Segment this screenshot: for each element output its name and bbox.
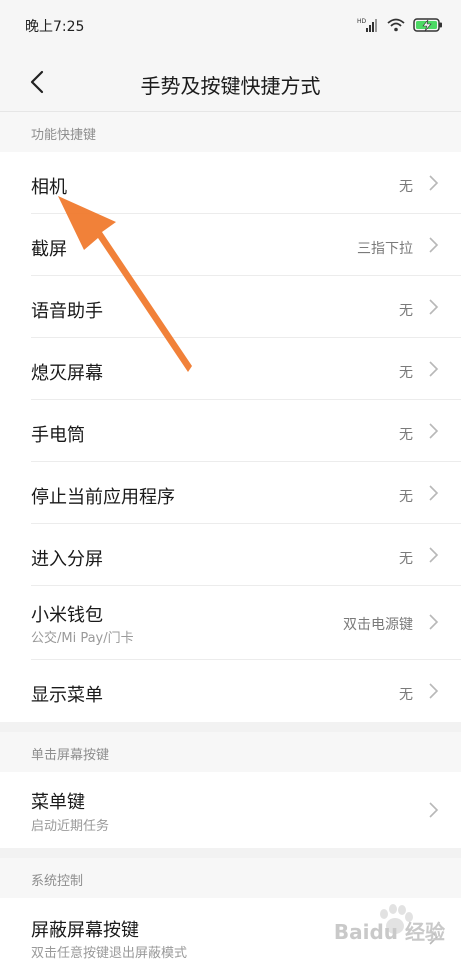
status-bar: 晚上7:25 HD <box>0 0 461 52</box>
setting-value: 双击电源键 <box>343 617 413 633</box>
chevron-right-icon <box>429 299 439 315</box>
setting-label: 进入分屏 <box>31 549 103 570</box>
status-time: 晚上7:25 <box>25 19 85 35</box>
chevron-right-icon <box>429 802 439 818</box>
setting-value: 无 <box>399 489 413 505</box>
setting-value: 无 <box>399 365 413 381</box>
battery-charging-icon <box>413 18 442 32</box>
wifi-icon <box>387 18 405 32</box>
signal-icon: HD <box>357 18 377 32</box>
setting-item-mi-wallet[interactable]: 小米钱包 公交/Mi Pay/门卡 双击电源键 <box>0 586 461 660</box>
section-header-screen-buttons: 单击屏幕按键 <box>0 732 461 772</box>
setting-value: 无 <box>399 687 413 703</box>
setting-value: 三指下拉 <box>357 241 413 257</box>
setting-value: 无 <box>399 179 413 195</box>
setting-item-flashlight[interactable]: 手电筒 无 <box>0 400 461 462</box>
setting-item-screenshot[interactable]: 截屏 三指下拉 <box>0 214 461 276</box>
setting-label: 屏蔽屏幕按键 <box>31 920 139 941</box>
setting-item-menu-key[interactable]: 菜单键 启动近期任务 <box>0 772 461 848</box>
chevron-right-icon <box>429 175 439 191</box>
setting-item-voice-assistant[interactable]: 语音助手 无 <box>0 276 461 338</box>
setting-label: 截屏 <box>31 239 67 260</box>
watermark-text: Baidu 经验 <box>333 920 445 944</box>
chevron-right-icon <box>429 614 439 630</box>
section-title: 单击屏幕按键 <box>31 748 110 763</box>
chevron-right-icon <box>429 361 439 377</box>
section-title: 功能快捷键 <box>31 128 97 143</box>
setting-label: 小米钱包 <box>31 605 103 626</box>
setting-value: 无 <box>399 427 413 443</box>
chevron-right-icon <box>429 547 439 563</box>
setting-label: 手电筒 <box>31 425 85 446</box>
setting-sublabel: 公交/Mi Pay/门卡 <box>31 631 134 646</box>
setting-item-show-menu[interactable]: 显示菜单 无 <box>0 660 461 722</box>
setting-value: 无 <box>399 303 413 319</box>
setting-item-stop-app[interactable]: 停止当前应用程序 无 <box>0 462 461 524</box>
chevron-right-icon <box>429 423 439 439</box>
setting-sublabel: 启动近期任务 <box>31 819 110 834</box>
setting-item-screen-off[interactable]: 熄灭屏幕 无 <box>0 338 461 400</box>
setting-value: 无 <box>399 551 413 567</box>
chevron-right-icon <box>429 485 439 501</box>
section-title: 系统控制 <box>31 874 84 889</box>
setting-label: 相机 <box>31 177 67 198</box>
chevron-right-icon <box>429 683 439 699</box>
page-title: 手势及按键快捷方式 <box>140 74 321 98</box>
section-header-system-control: 系统控制 <box>0 858 461 898</box>
section-header-shortcut-keys: 功能快捷键 <box>0 112 461 152</box>
setting-label: 熄灭屏幕 <box>31 363 103 384</box>
setting-label: 菜单键 <box>31 792 85 813</box>
setting-item-camera[interactable]: 相机 无 <box>0 152 461 214</box>
chevron-right-icon <box>429 237 439 253</box>
setting-label: 语音助手 <box>31 301 103 322</box>
setting-label: 显示菜单 <box>31 685 103 706</box>
network-label: HD <box>357 18 367 25</box>
setting-sublabel: 双击任意按键退出屏蔽模式 <box>31 946 188 960</box>
status-icons: HD <box>357 15 443 35</box>
setting-label: 停止当前应用程序 <box>31 487 175 508</box>
header: 手势及按键快捷方式 <box>0 52 461 112</box>
setting-item-split-screen[interactable]: 进入分屏 无 <box>0 524 461 586</box>
